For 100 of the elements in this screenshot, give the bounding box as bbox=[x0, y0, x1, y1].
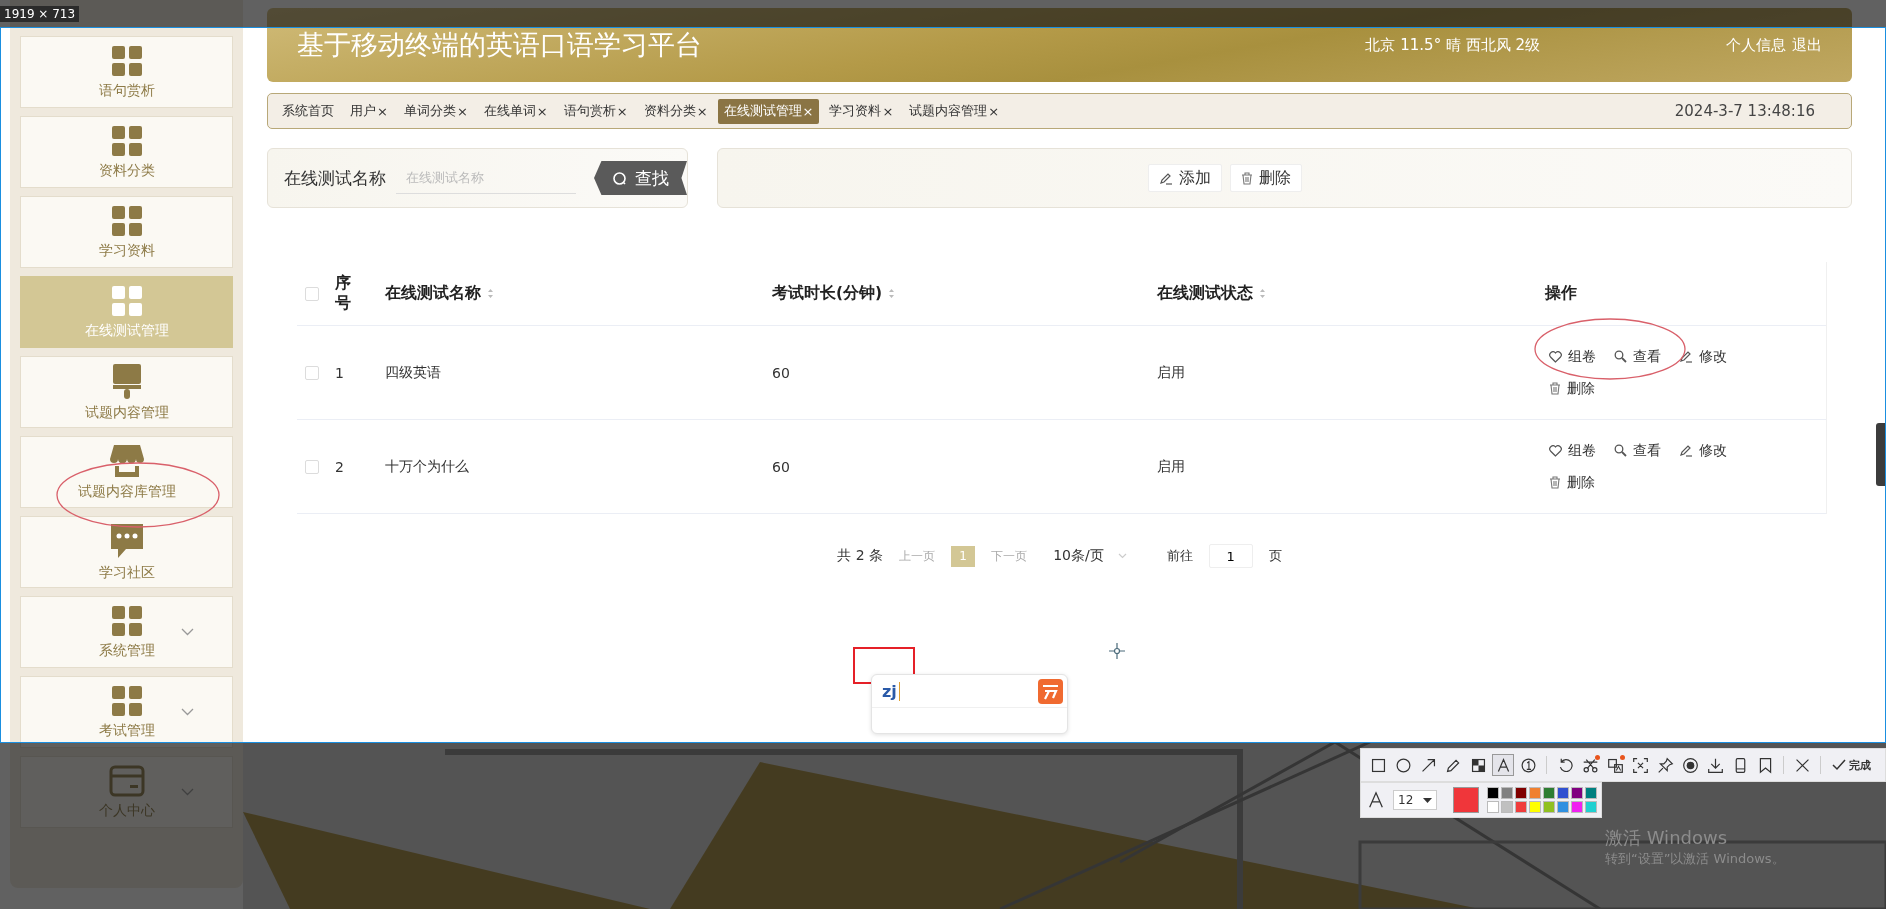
color-swatch[interactable] bbox=[1571, 801, 1583, 813]
checkbox[interactable] bbox=[305, 286, 319, 301]
tab[interactable]: 在线单词× bbox=[477, 98, 554, 124]
tab[interactable]: 用户× bbox=[344, 98, 394, 124]
total-count: 共 2 条 bbox=[837, 547, 884, 565]
color-swatch[interactable] bbox=[1501, 787, 1513, 799]
tab[interactable]: 在线测试管理× bbox=[717, 98, 820, 124]
delete-button[interactable]: 删除 bbox=[1229, 164, 1302, 192]
table-cell: 启用 bbox=[1157, 363, 1185, 382]
tab[interactable]: 试题内容管理× bbox=[903, 98, 1006, 124]
logo-icon bbox=[1038, 678, 1063, 704]
sort-icon[interactable] bbox=[487, 288, 494, 299]
color-swatch[interactable] bbox=[1529, 787, 1541, 799]
color-swatch[interactable] bbox=[1543, 801, 1555, 813]
done-button[interactable]: 完成 bbox=[1832, 757, 1871, 773]
action-link[interactable]: 修改 bbox=[1679, 441, 1727, 460]
goto-label: 前往 bbox=[1166, 547, 1193, 565]
page-size-select[interactable]: 10条/页 bbox=[1053, 547, 1127, 565]
table-cell: 2 bbox=[335, 458, 344, 475]
grid-icon bbox=[110, 124, 143, 157]
selection-frame[interactable] bbox=[0, 27, 1886, 743]
color-swatch[interactable] bbox=[1515, 801, 1527, 813]
action-link[interactable]: 查看 bbox=[1614, 441, 1661, 460]
table-cell: 十万个为什么 bbox=[385, 457, 469, 476]
tab[interactable]: 资料分类× bbox=[637, 98, 714, 124]
grid-icon bbox=[110, 44, 143, 77]
caret-down-icon bbox=[1423, 797, 1432, 803]
grid-icon bbox=[110, 284, 143, 317]
tab[interactable]: 语句赏析× bbox=[557, 98, 634, 124]
field-label: 在线测试名称 bbox=[284, 166, 386, 190]
sidebar-item[interactable]: 试题内容库管理 bbox=[20, 436, 233, 508]
action-link[interactable]: 删除 bbox=[1549, 473, 1595, 492]
chevron-down-icon bbox=[1117, 553, 1127, 559]
pen-icon bbox=[1679, 350, 1693, 363]
table-cell: 启用 bbox=[1157, 457, 1185, 476]
app-title: 基于移动终端的英语口语学习平台 bbox=[297, 28, 702, 62]
sidebar-item[interactable]: 学习社区 bbox=[20, 516, 233, 588]
font-icon bbox=[1367, 791, 1385, 809]
color-swatch[interactable] bbox=[1487, 801, 1499, 813]
color-swatch[interactable] bbox=[1487, 787, 1499, 799]
column-header: 序号 bbox=[335, 274, 352, 313]
column-header: 在线测试状态 bbox=[1157, 283, 1253, 304]
brush-icon bbox=[110, 362, 143, 399]
text-tool-icon[interactable] bbox=[1492, 754, 1514, 776]
ime-composition: zj bbox=[882, 681, 900, 701]
current-color-swatch[interactable] bbox=[1453, 787, 1479, 813]
page-input[interactable]: 1 bbox=[1208, 544, 1253, 568]
search-button[interactable]: 查找 bbox=[594, 161, 687, 195]
check-icon bbox=[1832, 759, 1846, 771]
size-label: 1919 × 713 bbox=[0, 6, 80, 22]
color-swatch[interactable] bbox=[1571, 787, 1583, 799]
color-swatch[interactable] bbox=[1557, 787, 1569, 799]
add-button[interactable]: 添加 bbox=[1147, 164, 1222, 192]
tab[interactable]: 学习资料× bbox=[823, 98, 900, 124]
sidebar-item[interactable]: 语句赏析 bbox=[20, 36, 233, 108]
trash-icon bbox=[1549, 476, 1561, 489]
sidebar-item[interactable]: 系统管理 bbox=[20, 596, 233, 668]
color-swatch[interactable] bbox=[1529, 801, 1541, 813]
column-header: 考试时长(分钟) bbox=[772, 283, 883, 304]
search-icon bbox=[1614, 350, 1627, 363]
tab[interactable]: 单词分类× bbox=[397, 98, 474, 124]
checkbox[interactable] bbox=[305, 459, 319, 474]
activation-notice: 激活 Windows bbox=[1605, 826, 1729, 850]
heart-icon bbox=[1549, 444, 1562, 457]
action-link[interactable]: 组卷 bbox=[1549, 347, 1596, 366]
grid-icon bbox=[110, 684, 143, 717]
action-link[interactable]: 组卷 bbox=[1549, 441, 1596, 460]
sort-icon[interactable] bbox=[888, 288, 896, 299]
crosshair-icon bbox=[1108, 642, 1126, 660]
table-cell: 1 bbox=[335, 364, 344, 381]
column-header: 操作 bbox=[1545, 283, 1577, 304]
weather-text: 北京 11.5° 晴 西北风 2级 bbox=[1365, 35, 1540, 55]
sidebar-item[interactable]: 试题内容管理 bbox=[20, 356, 233, 428]
heart-icon bbox=[1549, 350, 1562, 363]
wallet-icon bbox=[108, 764, 145, 797]
datetime-text: 2024-3-7 13:48:16 bbox=[1674, 102, 1815, 120]
search-icon bbox=[612, 170, 627, 186]
column-header: 在线测试名称 bbox=[385, 283, 481, 304]
color-swatch[interactable] bbox=[1557, 801, 1569, 813]
chat-icon bbox=[109, 522, 144, 559]
sidebar-item[interactable]: 学习资料 bbox=[20, 196, 233, 268]
font-size-select[interactable]: 12 bbox=[1393, 790, 1437, 810]
checkbox[interactable] bbox=[305, 365, 319, 380]
sidebar-item[interactable]: 考试管理 bbox=[20, 676, 233, 748]
action-link[interactable]: 删除 bbox=[1549, 379, 1595, 398]
action-link[interactable]: 修改 bbox=[1679, 347, 1727, 366]
sort-icon[interactable] bbox=[1259, 288, 1266, 299]
color-swatch[interactable] bbox=[1585, 801, 1597, 813]
color-swatch[interactable] bbox=[1501, 801, 1513, 813]
color-swatch[interactable] bbox=[1515, 787, 1527, 799]
color-swatch[interactable] bbox=[1585, 787, 1597, 799]
action-link[interactable]: 查看 bbox=[1614, 347, 1661, 366]
tab[interactable]: 系统首页 bbox=[276, 98, 340, 124]
side-tab[interactable] bbox=[1876, 423, 1886, 486]
search-field[interactable]: 在线测试名称 bbox=[396, 162, 576, 194]
color-swatch[interactable] bbox=[1543, 787, 1555, 799]
sidebar-item[interactable]: 资料分类 bbox=[20, 116, 233, 188]
trash-icon bbox=[1240, 171, 1253, 185]
pen-icon bbox=[1679, 444, 1693, 457]
page-suffix: 页 bbox=[1268, 547, 1282, 565]
